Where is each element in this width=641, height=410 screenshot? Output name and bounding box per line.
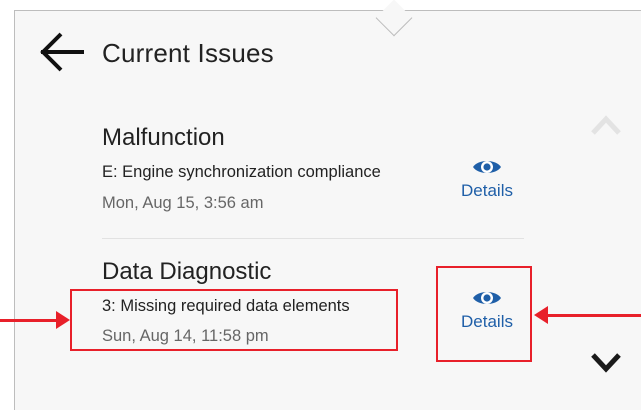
arrow-left-icon	[40, 32, 84, 72]
chevron-up-icon	[591, 115, 621, 135]
details-button[interactable]: Details	[452, 157, 522, 201]
chevron-down-icon	[591, 353, 621, 373]
top-gap	[340, 0, 420, 10]
screenshot-stage: Current Issues Malfunction E: Engine syn…	[0, 0, 641, 410]
annotation-arrowhead-left-icon	[534, 306, 548, 324]
annotation-arrow-line-left	[0, 319, 60, 322]
eye-icon	[473, 161, 501, 173]
issue-code: E: Engine synchronization compliance	[102, 163, 381, 181]
annotation-arrowhead-right-icon	[56, 311, 70, 329]
highlight-box-issue-text	[70, 289, 398, 351]
issue-type: Data Diagnostic	[102, 258, 272, 285]
annotation-arrow-line-right	[548, 314, 641, 317]
issue-timestamp: Mon, Aug 15, 3:56 am	[102, 194, 264, 212]
back-button[interactable]	[38, 30, 84, 76]
scroll-up-button[interactable]	[588, 112, 624, 138]
details-label: Details	[461, 181, 513, 200]
page-title: Current Issues	[102, 38, 274, 68]
issue-type: Malfunction	[102, 124, 225, 151]
highlight-box-details-button	[436, 266, 532, 362]
scroll-down-button[interactable]	[588, 350, 624, 376]
issue-divider	[102, 238, 524, 239]
